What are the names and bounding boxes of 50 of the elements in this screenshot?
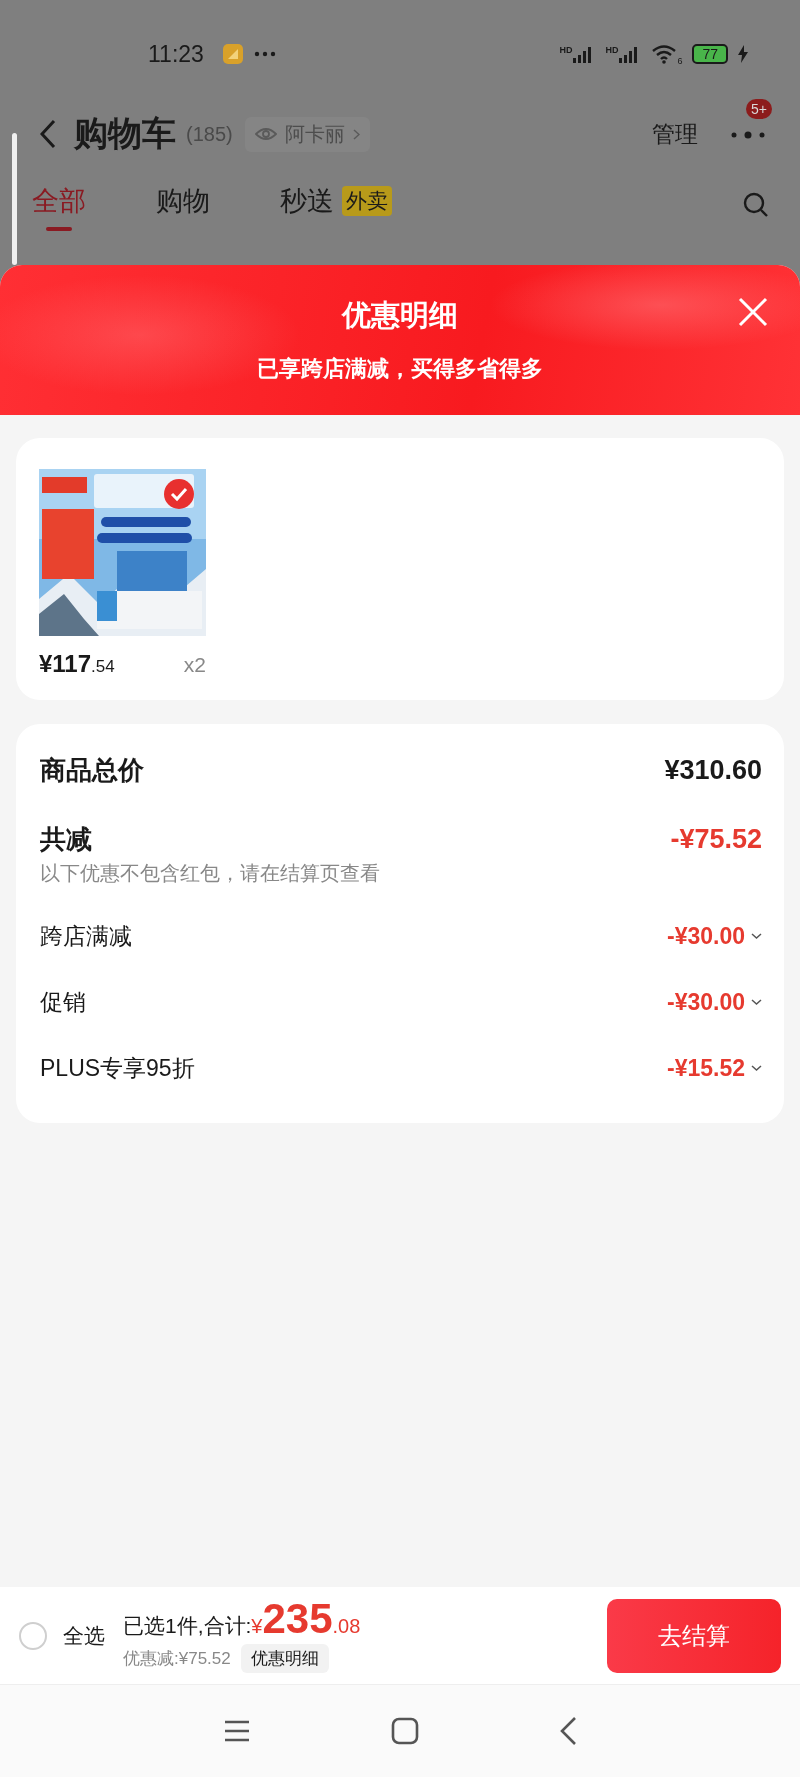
wifi-label: 6: [677, 56, 683, 66]
discount-item-amount[interactable]: -¥15.52: [667, 1054, 762, 1082]
signal-label: HD: [605, 45, 619, 55]
viewer-button[interactable]: 阿卡丽: [244, 116, 370, 152]
category-tab[interactable]: 秒送 外卖: [280, 177, 392, 233]
more-notifications-icon: [253, 51, 276, 57]
discount-item-label: 促销: [40, 987, 86, 1017]
search-icon[interactable]: [742, 191, 770, 219]
discount-item-amount[interactable]: -¥30.00: [667, 922, 762, 950]
total-value: ¥310.60: [664, 754, 762, 786]
selected-summary-label: 已选1件,合计:: [123, 1613, 252, 1639]
charging-icon: [738, 45, 748, 63]
caret-icon: [751, 1064, 762, 1072]
sheet-subtitle: 已享跨店满减，买得多省得多: [257, 355, 543, 383]
battery-indicator: 77: [692, 44, 728, 64]
caret-icon: [751, 932, 762, 940]
more-icon[interactable]: [730, 131, 766, 139]
caret-icon: [751, 998, 762, 1006]
discount-value: -¥75.52: [670, 823, 762, 855]
discount-label: 共减: [40, 822, 92, 856]
cart-total: ¥235.08: [251, 1598, 361, 1640]
category-tab[interactable]: 购物: [156, 177, 210, 233]
discount-detail-button[interactable]: 优惠明细: [240, 1644, 329, 1673]
discount-item-label: PLUS专享95折: [40, 1053, 195, 1083]
notes-app-icon: [221, 43, 244, 65]
menu-icon[interactable]: [223, 1719, 251, 1743]
sheet-title: 优惠明细: [342, 298, 458, 333]
total-label: 商品总价: [40, 753, 144, 787]
home-icon[interactable]: [391, 1717, 419, 1745]
manage-button[interactable]: 管理: [646, 117, 704, 151]
category-tab[interactable]: 全部: [32, 177, 86, 233]
page-title: 购物车: [74, 113, 176, 154]
select-all-checkbox[interactable]: [19, 1621, 47, 1650]
wifi-icon: [651, 44, 678, 64]
message-count-badge: 5+: [746, 99, 772, 119]
saving-amount: 优惠减:¥75.52: [123, 1648, 231, 1670]
back-icon[interactable]: [40, 119, 56, 149]
signal-label: HD: [559, 45, 573, 55]
discount-note: 以下优惠不包含红包，请在结算页查看: [40, 861, 381, 886]
select-all-label: 全选: [63, 1622, 105, 1649]
discount-item-label: 跨店满减: [40, 921, 132, 951]
chevron-right-icon: [352, 128, 360, 140]
eye-icon: [254, 127, 277, 141]
product-price: ¥117.54: [39, 650, 115, 678]
product-quantity: x2: [183, 653, 206, 677]
back-icon[interactable]: [559, 1716, 577, 1746]
status-time: 11:23: [148, 40, 204, 68]
discount-item-amount[interactable]: -¥30.00: [667, 988, 762, 1016]
close-icon[interactable]: [738, 297, 768, 327]
checkout-button[interactable]: 去结算: [607, 1598, 781, 1673]
